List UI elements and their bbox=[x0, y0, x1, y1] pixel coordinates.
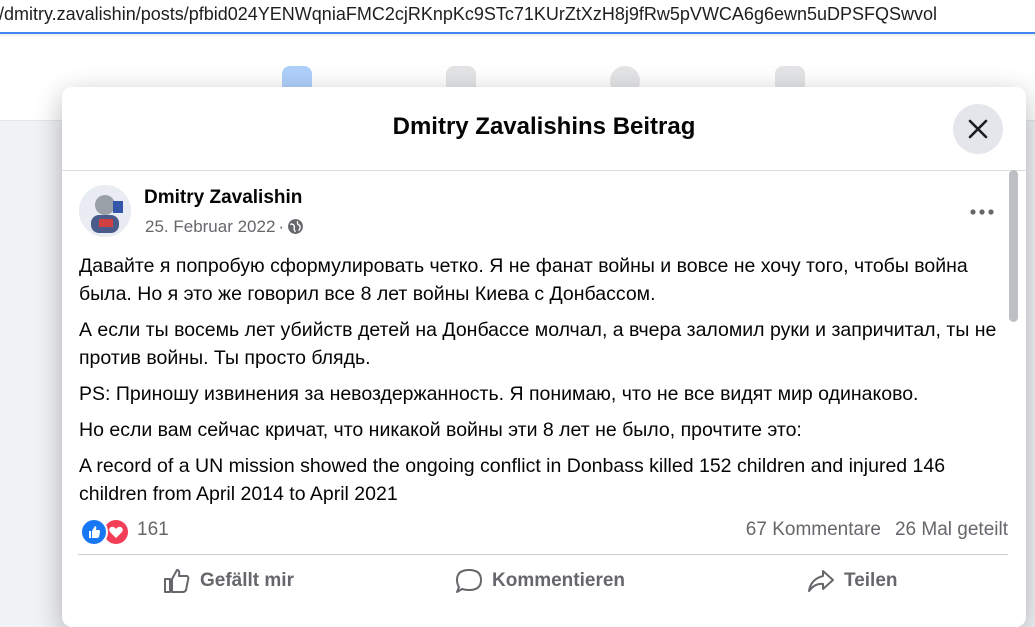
shares-count[interactable]: 26 Mal geteilt bbox=[895, 519, 1008, 540]
close-button[interactable] bbox=[953, 104, 1003, 154]
dialog-title: Dmitry Zavalishins Beitrag bbox=[392, 113, 696, 140]
post-paragraph: Но если вам сейчас кричат, что никакой в… bbox=[79, 419, 802, 441]
avatar[interactable] bbox=[79, 185, 131, 237]
post-paragraph: А если ты восемь лет убийств детей на До… bbox=[79, 319, 997, 369]
meta-separator: · bbox=[278, 217, 285, 236]
close-icon bbox=[968, 119, 988, 139]
share-label: Teilen bbox=[844, 570, 898, 591]
share-icon bbox=[808, 570, 834, 592]
dialog-header: Dmitry Zavalishins Beitrag bbox=[62, 87, 1026, 171]
comment-icon bbox=[456, 569, 482, 593]
post-paragraph: Давайте я попробую сформулировать четко.… bbox=[79, 255, 968, 305]
like-reaction-icon bbox=[80, 518, 108, 546]
like-label: Gefällt mir bbox=[200, 570, 294, 591]
post-paragraph: A record of a UN mission showed the ongo… bbox=[79, 455, 946, 505]
comment-button[interactable]: Kommentieren bbox=[454, 565, 625, 597]
more-dots-icon bbox=[970, 209, 994, 215]
post-meta: 25. Februar 2022 · bbox=[145, 217, 304, 240]
post-body: Давайте я попробую сформулировать четко.… bbox=[79, 252, 1014, 516]
reaction-count[interactable]: 161 bbox=[137, 519, 169, 541]
thumbs-up-icon bbox=[164, 569, 190, 593]
url-text[interactable]: /dmitry.zavalishin/posts/pfbid024YENWqni… bbox=[0, 4, 937, 25]
globe-icon[interactable] bbox=[287, 218, 304, 240]
browser-address-bar[interactable]: /dmitry.zavalishin/posts/pfbid024YENWqni… bbox=[0, 0, 1035, 34]
engagement-counts: 67 Kommentare 26 Mal geteilt bbox=[746, 519, 1008, 541]
post-paragraph: PS: Приношу извинения за невоздержанност… bbox=[79, 383, 919, 405]
share-button[interactable]: Teilen bbox=[806, 565, 898, 597]
post-actions-bar: Gefällt mir Kommentieren Teilen bbox=[78, 554, 1008, 605]
post-date[interactable]: 25. Februar 2022 bbox=[145, 217, 275, 236]
like-button[interactable]: Gefällt mir bbox=[162, 565, 294, 597]
more-options-button[interactable] bbox=[962, 197, 1002, 227]
post-author-name[interactable]: Dmitry Zavalishin bbox=[144, 187, 302, 209]
scrollbar-thumb[interactable] bbox=[1009, 170, 1018, 322]
post-dialog: Dmitry Zavalishins Beitrag Dmitry Zavali… bbox=[62, 87, 1026, 627]
post-scrollbar[interactable] bbox=[1006, 170, 1020, 605]
comments-count[interactable]: 67 Kommentare bbox=[746, 519, 881, 540]
comment-label: Kommentieren bbox=[492, 570, 626, 591]
